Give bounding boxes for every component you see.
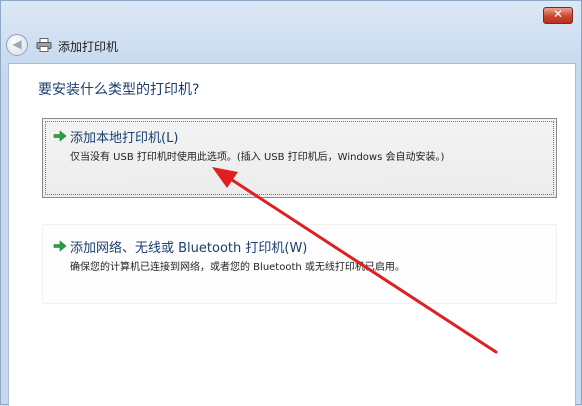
page-heading: 要安装什么类型的打印机? <box>38 82 200 98</box>
window-title: 添加打印机 <box>58 40 119 54</box>
back-button[interactable]: ◀ <box>6 34 28 56</box>
option-title: 添加网络、无线或 Bluetooth 打印机(W) <box>70 241 308 256</box>
option-title: 添加本地打印机(L) <box>70 131 179 146</box>
content-pane: 要安装什么类型的打印机? 添加本地打印机(L) 仅当没有 USB 打印机时使用此… <box>8 63 576 406</box>
green-arrow-icon <box>53 240 67 252</box>
add-network-printer-option[interactable]: 添加网络、无线或 Bluetooth 打印机(W) 确保您的计算机已连接到网络，… <box>42 224 557 304</box>
close-button[interactable]: ✕ <box>543 7 573 24</box>
printer-icon <box>36 38 52 52</box>
add-printer-window: ✕ ◀ 添加打印机 要安装什么类型的打印机? 添加本地打印机(L) 仅当没有 U… <box>0 0 582 406</box>
add-local-printer-option[interactable]: 添加本地打印机(L) 仅当没有 USB 打印机时使用此选项。(插入 USB 打印… <box>42 118 557 198</box>
option-description: 仅当没有 USB 打印机时使用此选项。(插入 USB 打印机后，Windows … <box>70 152 445 163</box>
titlebar: ◀ 添加打印机 <box>1 29 581 63</box>
back-arrow-icon: ◀ <box>12 37 22 51</box>
option-description: 确保您的计算机已连接到网络，或者您的 Bluetooth 或无线打印机已启用。 <box>70 262 405 273</box>
green-arrow-icon <box>53 130 67 142</box>
close-icon: ✕ <box>552 7 564 21</box>
